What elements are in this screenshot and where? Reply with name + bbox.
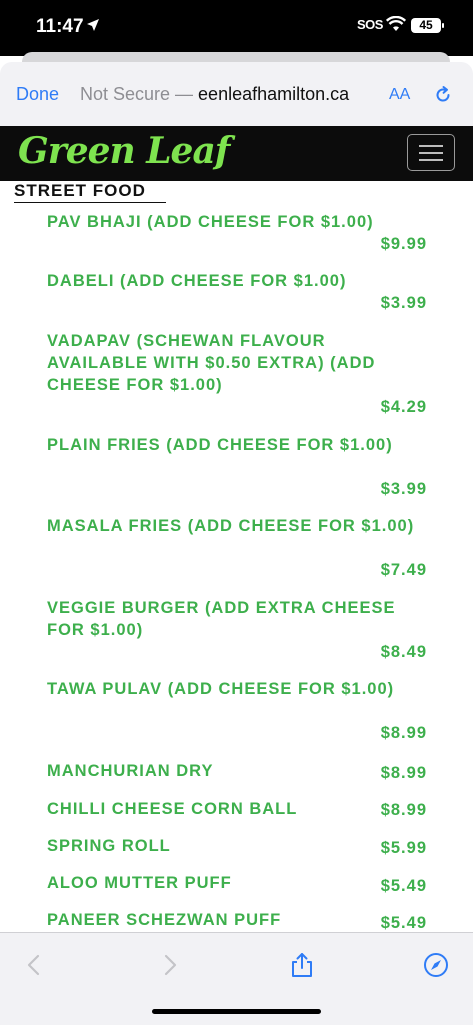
menu-item: PLAIN FRIES (ADD CHEESE FOR $1.00) $3.99 — [47, 434, 427, 498]
section-title: STREET FOOD — [14, 181, 166, 203]
battery-indicator: 45 — [411, 18, 444, 33]
menu-item-name: ALOO MUTTER PUFF — [47, 874, 232, 892]
site-header: Green Leaf — [0, 126, 473, 181]
menu-item: DABELI (ADD CHEESE FOR $1.00) $3.99 — [47, 270, 427, 312]
menu-item: PAV BHAJI (ADD CHEESE FOR $1.00) $9.99 — [47, 211, 427, 253]
compass-icon[interactable] — [422, 951, 450, 979]
menu-item-price: $4.29 — [380, 398, 427, 416]
sos-indicator: SOS — [357, 17, 383, 32]
menu-item-name: CHILLI CHEESE CORN BALL — [47, 800, 298, 818]
url-field[interactable]: Not Secure — eenleafhamilton.ca — [80, 84, 372, 105]
menu-item: MANCHURIAN DRY $8.99 — [47, 760, 427, 782]
menu-item-price: $5.49 — [380, 914, 427, 932]
menu-item-name: MANCHURIAN DRY — [47, 762, 214, 780]
menu-item: MASALA FRIES (ADD CHEESE FOR $1.00) $7.4… — [47, 515, 427, 579]
menu-item-price: $3.99 — [380, 294, 427, 312]
status-bar: 11:47 SOS 45 — [0, 0, 473, 56]
menu-item-price: $7.49 — [380, 561, 427, 579]
menu-item-price: $8.99 — [380, 724, 427, 742]
menu-item: VADAPAV (SCHEWAN FLAVOUR AVAILABLE WITH … — [47, 330, 427, 416]
domain-text: eenleafhamilton.ca — [198, 84, 350, 104]
menu-item-price: $8.99 — [380, 801, 427, 819]
clock-time: 11:47 — [36, 16, 84, 37]
menu-item: VEGGIE BURGER (ADD EXTRA CHEESE FOR $1.0… — [47, 597, 427, 661]
menu-item-price: $5.99 — [380, 839, 427, 857]
menu-item-name: MASALA FRIES (ADD CHEESE FOR $1.00) — [47, 517, 415, 535]
menu-item-name: PLAIN FRIES (ADD CHEESE FOR $1.00) — [47, 436, 393, 454]
hamburger-menu-icon[interactable] — [407, 134, 455, 171]
menu-item-price: $3.99 — [380, 480, 427, 498]
menu-item-name: DABELI (ADD CHEESE FOR $1.00) — [47, 272, 347, 290]
reload-icon[interactable] — [433, 85, 453, 105]
security-text: Not Secure — — [80, 84, 199, 104]
menu-item-price: $8.49 — [380, 643, 427, 661]
chevron-right-icon[interactable] — [156, 951, 184, 979]
menu-item: ALOO MUTTER PUFF $5.49 — [47, 872, 427, 895]
menu-item-name: TAWA PULAV (ADD CHEESE FOR $1.00) — [47, 680, 395, 698]
wifi-icon — [385, 15, 407, 32]
text-size-button[interactable]: AA — [389, 86, 410, 104]
menu-item-name: PANEER SCHEZWAN PUFF — [47, 911, 282, 929]
home-indicator[interactable] — [152, 1009, 321, 1014]
share-icon[interactable] — [288, 951, 316, 979]
menu-item-name: PAV BHAJI (ADD CHEESE FOR $1.00) — [47, 213, 374, 231]
menu-item: PANEER SCHEZWAN PUFF $5.49 — [47, 909, 427, 932]
menu-item-name: VEGGIE BURGER (ADD EXTRA CHEESE FOR $1.0… — [47, 599, 396, 639]
menu-item-name: SPRING ROLL — [47, 837, 171, 855]
menu-item-price: $8.99 — [380, 764, 427, 782]
menu-item: TAWA PULAV (ADD CHEESE FOR $1.00) $8.99 — [47, 678, 427, 742]
address-bar: Done Not Secure — eenleafhamilton.ca AA — [0, 62, 473, 126]
menu-item: SPRING ROLL $5.99 — [47, 835, 427, 857]
menu-item-price: $9.99 — [380, 235, 427, 253]
site-logo[interactable]: Green Leaf — [18, 130, 230, 172]
menu-item-name: VADAPAV (SCHEWAN FLAVOUR AVAILABLE WITH … — [47, 332, 376, 394]
chevron-left-icon[interactable] — [20, 951, 48, 979]
menu-content: STREET FOOD PAV BHAJI (ADD CHEESE FOR $1… — [0, 181, 473, 932]
menu-item: CHILLI CHEESE CORN BALL $8.99 — [47, 798, 427, 820]
location-arrow-icon — [86, 18, 100, 36]
menu-item-price: $5.49 — [380, 877, 427, 895]
done-button[interactable]: Done — [16, 84, 59, 105]
